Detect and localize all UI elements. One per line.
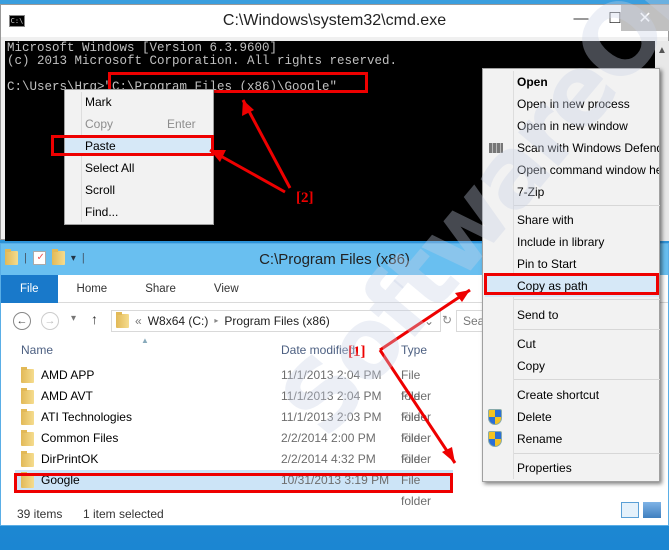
file-row[interactable]: AMD APP 11/1/2013 2:04 PM File folder [15,365,453,403]
menu-item-scroll[interactable]: Scroll [85,180,115,200]
file-date: 2/2/2014 4:32 PM [281,452,376,466]
folder-icon [21,430,34,446]
menu-item-include-in-library[interactable]: Include in library [517,231,659,253]
column-header-date[interactable]: Date modified [281,343,355,357]
menu-item-7-zip[interactable]: 7-Zip [517,181,659,203]
menu-accelerator: Enter [167,117,196,131]
file-row[interactable]: Google 10/31/2013 3:19 PM File folder [15,470,453,508]
menu-item-open-in-new-window[interactable]: Open in new window [517,115,659,137]
menu-item-delete[interactable]: Delete [517,406,659,428]
file-name: ATI Technologies [41,410,132,424]
details-view-icon[interactable] [621,502,639,518]
menu-separator [514,329,660,330]
folder-icon [21,451,34,467]
breadcrumb-drive[interactable]: W8x64 (C:) [148,311,209,331]
breadcrumb-program-files[interactable]: Program Files (x86) [224,311,329,331]
breadcrumb-overflow[interactable]: « [135,311,142,331]
menu-separator [514,205,660,206]
shield-icon [488,431,502,447]
menu-item-copy[interactable]: Copy [517,355,659,377]
cmd-context-menu: Mark Copy Enter Paste Select All Scroll F… [64,89,214,225]
menu-item-open-command-window-here[interactable]: Open command window here [517,159,659,181]
menu-item-share-with[interactable]: Share with [517,209,659,231]
console-line: (c) 2013 Microsoft Corporation. All righ… [7,54,398,68]
cmd-title-bar[interactable]: C:\ C:\Windows\system32\cmd.exe — ☐ ✕ [1,5,669,37]
menu-item-paste[interactable]: Paste [65,136,213,156]
explorer-context-menu: Open Open in new process Open in new windo… [482,68,660,482]
address-dropdown-icon[interactable]: ⌄ [424,311,434,331]
menu-item-open[interactable]: Open [517,71,659,93]
recent-locations-button[interactable]: ▾ [71,313,76,324]
address-bar[interactable]: « W8x64 (C:) ▸ Program Files (x86) ⌄ [111,310,441,332]
menu-gutter [81,92,82,222]
tab-home[interactable]: Home [58,275,127,303]
menu-item-cut[interactable]: Cut [517,333,659,355]
folder-icon [21,367,34,383]
menu-separator [514,453,660,454]
refresh-icon[interactable]: ↻ [442,313,452,327]
file-date: 11/1/2013 2:04 PM [281,368,382,382]
file-row[interactable]: Common Files 2/2/2014 2:00 PM File folder [15,428,453,466]
file-name: AMD AVT [41,389,93,403]
menu-item-scan-with-windows-defender[interactable]: Scan with Windows Defender... [517,137,659,159]
menu-item-send-to[interactable]: Send to [517,304,659,326]
up-button[interactable]: ↑ [91,311,98,327]
annotation-step-1: [1] [348,344,366,360]
cmd-app-icon[interactable]: C:\ [9,15,25,27]
scroll-up-icon[interactable]: ▲ [655,41,669,56]
menu-item-copy[interactable]: Copy Enter [85,114,209,134]
close-button[interactable]: ✕ [621,5,669,31]
menu-separator [514,379,660,380]
menu-item-copy-as-path[interactable]: Copy as path [485,275,659,297]
menu-separator [514,299,660,300]
forward-button[interactable]: → [41,312,59,330]
menu-item-mark[interactable]: Mark [85,92,112,112]
folder-icon [21,388,34,404]
item-count: 39 items [17,507,63,521]
file-name: Common Files [41,431,119,445]
tab-view[interactable]: View [195,275,258,303]
menu-item-open-in-new-process[interactable]: Open in new process [517,93,659,115]
file-date: 11/1/2013 2:04 PM [281,389,382,403]
column-header-type[interactable]: Type [401,343,427,357]
file-name: Google [41,473,80,487]
status-bar: 39 items 1 item selected [1,503,668,525]
file-name: DirPrintOK [41,452,99,466]
partial-row [15,497,455,501]
minimize-button[interactable]: — [564,5,598,31]
menu-item-pin-to-start[interactable]: Pin to Start [517,253,659,275]
shield-icon [488,409,502,425]
menu-item-rename[interactable]: Rename [517,428,659,450]
view-switcher [621,502,661,518]
menu-item-create-shortcut[interactable]: Create shortcut [517,384,659,406]
folder-icon [21,472,34,488]
breadcrumb-separator-icon[interactable]: ▸ [214,311,218,331]
large-icons-view-icon[interactable] [643,502,661,518]
file-date: 2/2/2014 2:00 PM [281,431,376,445]
menu-item-find[interactable]: Find... [85,202,118,222]
file-row[interactable]: ATI Technologies 11/1/2013 2:03 PM File fo… [15,407,453,445]
annotation-step-2: [2] [296,190,314,206]
folder-icon [21,409,34,425]
menu-item-properties[interactable]: Properties [517,457,659,479]
menu-item-copy-label: Copy [85,117,114,131]
tab-file[interactable]: File [1,274,58,303]
selection-count: 1 item selected [83,507,164,521]
back-button[interactable]: ← [13,312,31,330]
menu-item-select-all[interactable]: Select All [85,158,134,178]
folder-icon [116,312,129,328]
file-row[interactable]: DirPrintOK2/2/2014 4:32 PMFile folder [15,449,453,487]
defender-icon [489,143,503,153]
tab-share[interactable]: Share [126,275,195,303]
file-row[interactable]: AMD AVT 11/1/2013 2:04 PM File folder [15,386,453,424]
file-date: 10/31/2013 3:19 PM [281,473,390,487]
sort-ascending-icon: ▲ [141,336,149,345]
column-header-name[interactable]: Name [21,343,53,357]
file-name: AMD APP [41,368,95,382]
file-date: 11/1/2013 2:03 PM [281,410,382,424]
